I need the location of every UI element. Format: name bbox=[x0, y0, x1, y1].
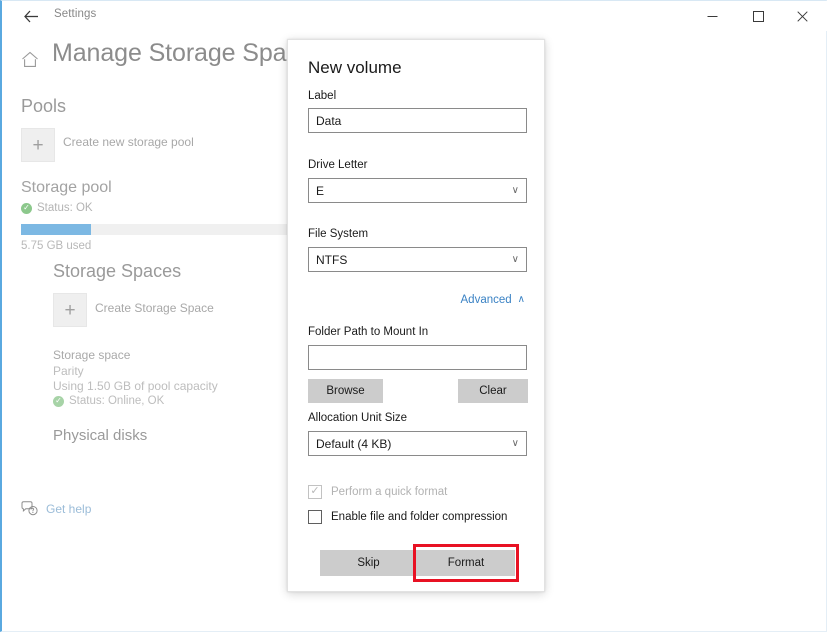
storage-space-name: Storage space bbox=[53, 348, 131, 362]
format-button[interactable]: Format bbox=[417, 550, 515, 576]
dialog-title: New volume bbox=[308, 58, 402, 77]
storage-pool-status: ✓ Status: OK bbox=[21, 202, 93, 214]
file-system-label: File System bbox=[308, 228, 369, 240]
create-new-storage-pool-label: Create new storage pool bbox=[63, 135, 194, 149]
storage-pool-status-text: Status: OK bbox=[37, 202, 93, 214]
dialog-button-row: Skip Format bbox=[320, 544, 519, 582]
app-title: Settings bbox=[54, 8, 97, 20]
allocation-unit-size-value: Default (4 KB) bbox=[316, 436, 392, 451]
compression-label: Enable file and folder compression bbox=[331, 511, 508, 523]
storage-pool-usage-bar bbox=[21, 224, 301, 235]
chevron-down-icon: ∨ bbox=[511, 437, 519, 449]
storage-pool-name: Storage pool bbox=[21, 179, 112, 196]
allocation-unit-size-select[interactable]: Default (4 KB) ∨ bbox=[308, 431, 527, 456]
help-chat-icon bbox=[21, 501, 38, 516]
folder-path-label: Folder Path to Mount In bbox=[308, 326, 429, 338]
advanced-label: Advanced bbox=[460, 294, 512, 306]
back-arrow-icon bbox=[23, 10, 38, 22]
chevron-down-icon: ∨ bbox=[511, 184, 519, 196]
physical-disks-heading: Physical disks bbox=[53, 427, 148, 444]
quick-format-checkbox-row[interactable]: ✓ Perform a quick format bbox=[308, 485, 447, 499]
quick-format-checkbox: ✓ bbox=[308, 485, 322, 499]
storage-space-status: ✓ Status: Online, OK bbox=[53, 395, 164, 407]
quick-format-label: Perform a quick format bbox=[331, 486, 448, 498]
minimize-icon bbox=[707, 15, 717, 17]
drive-letter-label: Drive Letter bbox=[308, 159, 368, 171]
label-field-label: Label bbox=[308, 90, 337, 102]
format-button-wrapper: Format bbox=[413, 544, 519, 582]
back-button[interactable] bbox=[14, 3, 48, 29]
chevron-down-icon: ∨ bbox=[511, 253, 519, 265]
get-help-link[interactable]: Get help bbox=[21, 501, 91, 516]
storage-space-capacity: Using 1.50 GB of pool capacity bbox=[53, 379, 218, 393]
status-ok-icon: ✓ bbox=[21, 202, 32, 214]
storage-spaces-heading: Storage Spaces bbox=[53, 261, 182, 281]
new-volume-dialog: New volume Label Drive Letter E ∨ File S… bbox=[287, 39, 545, 592]
chevron-up-icon: ∧ bbox=[517, 294, 525, 305]
skip-button[interactable]: Skip bbox=[320, 550, 417, 576]
drive-letter-select[interactable]: E ∨ bbox=[308, 178, 527, 203]
plus-icon: + bbox=[64, 299, 76, 321]
status-online-icon: ✓ bbox=[53, 395, 64, 407]
settings-window: Settings Manage Storage Spaces Pools + C… bbox=[0, 0, 827, 632]
drive-letter-value: E bbox=[316, 183, 325, 198]
plus-icon: + bbox=[32, 134, 44, 156]
home-icon[interactable] bbox=[21, 51, 39, 69]
maximize-icon bbox=[752, 10, 764, 22]
file-system-select[interactable]: NTFS ∨ bbox=[308, 247, 527, 272]
create-storage-space-button[interactable]: + bbox=[53, 293, 87, 327]
close-button[interactable] bbox=[779, 1, 825, 31]
create-new-storage-pool-button[interactable]: + bbox=[21, 128, 55, 162]
storage-space-status-text: Status: Online, OK bbox=[69, 395, 165, 407]
folder-path-input[interactable] bbox=[308, 345, 527, 370]
compression-checkbox-row[interactable]: Enable file and folder compression bbox=[308, 510, 507, 524]
label-input[interactable] bbox=[308, 108, 527, 133]
storage-space-type: Parity bbox=[53, 364, 84, 378]
checkmark-icon: ✓ bbox=[310, 484, 320, 497]
compression-checkbox[interactable] bbox=[308, 510, 322, 524]
create-storage-space-label: Create Storage Space bbox=[95, 301, 214, 315]
browse-button[interactable]: Browse bbox=[308, 379, 383, 403]
get-help-label: Get help bbox=[46, 501, 92, 516]
minimize-button[interactable] bbox=[689, 1, 735, 31]
title-bar: Settings bbox=[2, 1, 827, 31]
page-title: Manage Storage Spaces bbox=[52, 39, 326, 67]
clear-button[interactable]: Clear bbox=[458, 379, 528, 403]
storage-pool-used-text: 5.75 GB used bbox=[21, 240, 92, 252]
page-header: Manage Storage Spaces bbox=[2, 39, 325, 81]
maximize-button[interactable] bbox=[735, 1, 781, 31]
pools-heading: Pools bbox=[21, 96, 67, 116]
file-system-value: NTFS bbox=[316, 252, 348, 267]
close-icon bbox=[796, 10, 808, 22]
advanced-toggle[interactable]: Advanced ∧ bbox=[461, 294, 525, 306]
storage-pool-usage-fill bbox=[21, 224, 91, 235]
allocation-unit-size-label: Allocation Unit Size bbox=[308, 412, 408, 424]
